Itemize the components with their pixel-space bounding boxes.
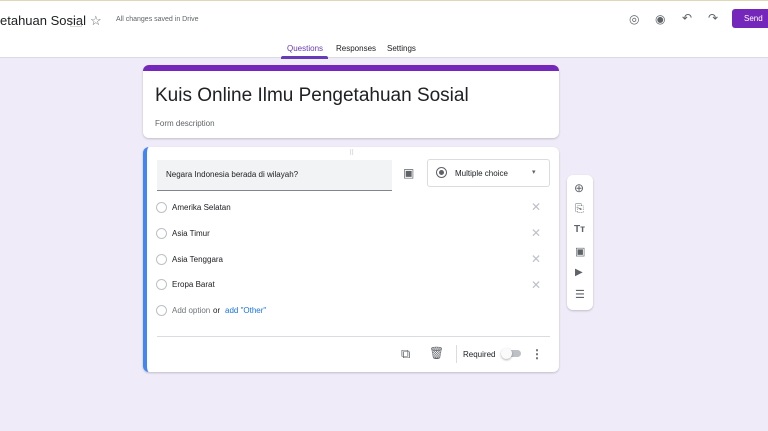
or-label: or (213, 306, 221, 315)
palette-icon[interactable]: ◎ (629, 12, 639, 26)
option-label[interactable]: Asia Tenggara (172, 255, 223, 264)
drag-handle-icon[interactable]: ⠿ (349, 149, 354, 157)
remove-option-icon[interactable]: ✕ (531, 226, 541, 240)
remove-option-icon[interactable]: ✕ (531, 278, 541, 292)
chevron-down-icon: ▾ (532, 169, 536, 176)
undo-icon[interactable]: ↶ (682, 11, 692, 25)
duplicate-icon[interactable]: ⧉ (401, 346, 410, 362)
redo-icon[interactable]: ↷ (708, 11, 718, 25)
radio-icon (156, 279, 167, 290)
folder-icon[interactable]: 🗀 (70, 14, 82, 35)
question-type-select[interactable]: Multiple choice ▾ (427, 159, 550, 187)
radio-icon (156, 202, 167, 213)
option-label[interactable]: Eropa Barat (172, 280, 215, 289)
divider (157, 336, 550, 337)
add-other-link[interactable]: add "Other" (225, 306, 266, 315)
delete-icon[interactable]: 🗑 (429, 346, 444, 360)
required-label: Required (463, 350, 496, 359)
star-icon[interactable]: ☆ (90, 13, 102, 29)
side-toolbar: ⊕ ⎘ Tт ▣ ▶ ☰ (567, 175, 593, 310)
save-status: All changes saved in Drive (116, 16, 199, 23)
form-title[interactable]: Kuis Online Ilmu Pengetahuan Sosial (155, 85, 469, 107)
question-type-label: Multiple choice (455, 169, 508, 178)
question-input[interactable]: Negara Indonesia berada di wilayah? (157, 160, 392, 191)
add-image-icon[interactable]: ▣ (403, 166, 414, 180)
add-option-button[interactable]: Add option (172, 306, 210, 315)
import-questions-icon[interactable]: ⎘ (575, 203, 584, 216)
top-bar: etahuan Sosial 🗀 ☆ All changes saved in … (0, 0, 768, 59)
option-label[interactable]: Amerika Selatan (172, 203, 231, 212)
tab-settings[interactable]: Settings (387, 44, 416, 53)
remove-option-icon[interactable]: ✕ (531, 200, 541, 214)
send-button[interactable]: Send (732, 9, 768, 28)
radio-icon (156, 254, 167, 265)
remove-option-icon[interactable]: ✕ (531, 252, 541, 266)
video-icon[interactable]: ▶ (575, 267, 583, 278)
image-icon[interactable]: ▣ (575, 245, 585, 258)
tab-responses[interactable]: Responses (336, 44, 376, 53)
radio-icon (156, 228, 167, 239)
more-options-icon[interactable]: ⋮ (531, 347, 543, 361)
section-icon[interactable]: ☰ (575, 288, 585, 301)
option-label[interactable]: Asia Timur (172, 229, 210, 238)
tab-questions[interactable]: Questions (287, 44, 323, 53)
preview-eye-icon[interactable]: ◉ (655, 12, 665, 26)
title-text-icon[interactable]: Tт (574, 224, 585, 235)
radio-icon (156, 305, 167, 316)
form-description-input[interactable]: Form description (155, 119, 215, 128)
divider (456, 345, 457, 363)
question-card: ⠿ Negara Indonesia berada di wilayah? ▣ … (143, 147, 559, 372)
required-toggle[interactable] (501, 348, 521, 359)
radio-icon (436, 167, 447, 178)
add-question-icon[interactable]: ⊕ (574, 181, 584, 195)
form-header-card: Kuis Online Ilmu Pengetahuan Sosial Form… (143, 65, 559, 138)
active-tab-indicator (281, 56, 328, 59)
